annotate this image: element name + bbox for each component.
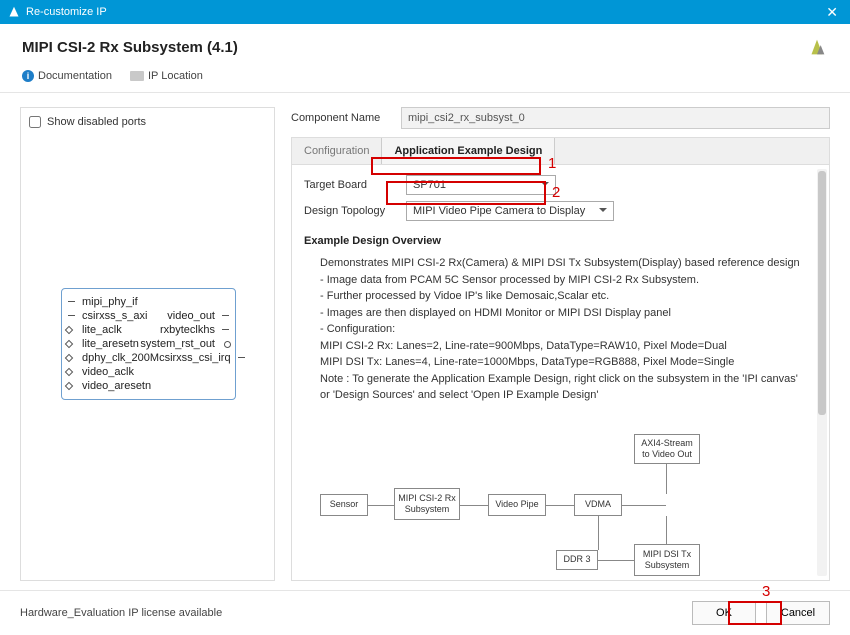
folder-icon: [130, 71, 144, 81]
node-csi-rx: MIPI CSI-2 Rx Subsystem: [394, 488, 460, 520]
ok-button[interactable]: OK: [692, 601, 756, 625]
port-right: csirxss_csi_irq: [159, 352, 243, 364]
port-left: lite_aresetn: [70, 338, 139, 350]
node-vdma: VDMA: [574, 494, 622, 516]
vertical-scrollbar[interactable]: [817, 169, 827, 576]
show-disabled-ports-checkbox[interactable]: Show disabled ports: [27, 114, 268, 136]
tab-application-example-design[interactable]: Application Example Design: [381, 138, 555, 164]
port-left: csirxss_s_axi: [70, 310, 147, 322]
block-diagram: Sensor MIPI CSI-2 Rx Subsystem Video Pip…: [304, 434, 809, 581]
port-right: video_out: [167, 310, 227, 322]
design-topology-row: Design Topology MIPI Video Pipe Camera t…: [304, 201, 809, 221]
tabbar: Configuration Application Example Design: [291, 137, 830, 165]
node-ddr: DDR 3: [556, 550, 598, 570]
component-name-label: Component Name: [291, 112, 391, 124]
license-status: Hardware_Evaluation IP license available: [20, 607, 222, 619]
port-left: video_aclk: [70, 366, 134, 378]
ip-location-link[interactable]: IP Location: [130, 70, 203, 82]
ip-block-diagram: mipi_phy_if csirxss_s_axi video_out lite_…: [61, 288, 236, 400]
component-name-input[interactable]: [401, 107, 830, 129]
chevron-down-icon: [599, 208, 607, 212]
target-board-select[interactable]: SP701: [406, 175, 556, 195]
page-title: MIPI CSI-2 Rx Subsystem (4.1): [22, 39, 806, 56]
info-icon: i: [22, 70, 34, 82]
target-board-value: SP701: [413, 179, 446, 191]
node-dsi-tx: MIPI DSI Tx Subsystem: [634, 544, 700, 576]
port-right: system_rst_out: [140, 338, 227, 350]
documentation-label: Documentation: [38, 70, 112, 82]
design-topology-select[interactable]: MIPI Video Pipe Camera to Display: [406, 201, 614, 221]
tab-configuration[interactable]: Configuration: [292, 138, 381, 164]
port-left: dphy_clk_200M: [70, 352, 159, 364]
port-left: video_aresetn: [70, 380, 151, 392]
app-icon: [8, 6, 20, 18]
close-icon[interactable]: ✕: [822, 4, 842, 21]
vendor-logo: [806, 36, 828, 58]
tab-content: Target Board SP701 Design Topology MIPI …: [291, 165, 830, 581]
dialog-header: MIPI CSI-2 Rx Subsystem (4.1): [0, 24, 850, 64]
port-right: rxbyteclkhs: [160, 324, 227, 336]
design-topology-label: Design Topology: [304, 205, 396, 217]
dialog-footer: Hardware_Evaluation IP license available…: [0, 590, 850, 635]
documentation-link[interactable]: i Documentation: [22, 70, 112, 82]
chevron-down-icon: [541, 182, 549, 186]
node-sensor: Sensor: [320, 494, 368, 516]
overview-text: Demonstrates MIPI CSI-2 Rx(Camera) & MIP…: [304, 251, 809, 404]
titlebar: Re-customize IP ✕: [0, 0, 850, 24]
tab-scroll-area: Target Board SP701 Design Topology MIPI …: [292, 165, 815, 580]
ip-location-label: IP Location: [148, 70, 203, 82]
config-panel: Component Name Configuration Application…: [291, 107, 830, 581]
toolbar: i Documentation IP Location: [0, 64, 850, 93]
node-axi-stream: AXI4-Stream to Video Out: [634, 434, 700, 464]
port-left: lite_aclk: [70, 324, 122, 336]
node-video-pipe: Video Pipe: [488, 494, 546, 516]
component-name-row: Component Name: [291, 107, 830, 137]
target-board-label: Target Board: [304, 179, 396, 191]
window-title: Re-customize IP: [26, 6, 107, 18]
main-area: Show disabled ports mipi_phy_if csirxss_…: [0, 93, 850, 581]
scrollbar-thumb[interactable]: [818, 171, 826, 415]
cancel-button[interactable]: Cancel: [766, 601, 830, 625]
show-disabled-ports-input[interactable]: [29, 116, 41, 128]
ip-preview-panel: Show disabled ports mipi_phy_if csirxss_…: [20, 107, 275, 581]
target-board-row: Target Board SP701: [304, 175, 809, 195]
port-left: mipi_phy_if: [70, 296, 138, 308]
show-disabled-ports-label: Show disabled ports: [47, 116, 146, 128]
design-topology-value: MIPI Video Pipe Camera to Display: [413, 205, 585, 217]
overview-title: Example Design Overview: [304, 227, 809, 251]
